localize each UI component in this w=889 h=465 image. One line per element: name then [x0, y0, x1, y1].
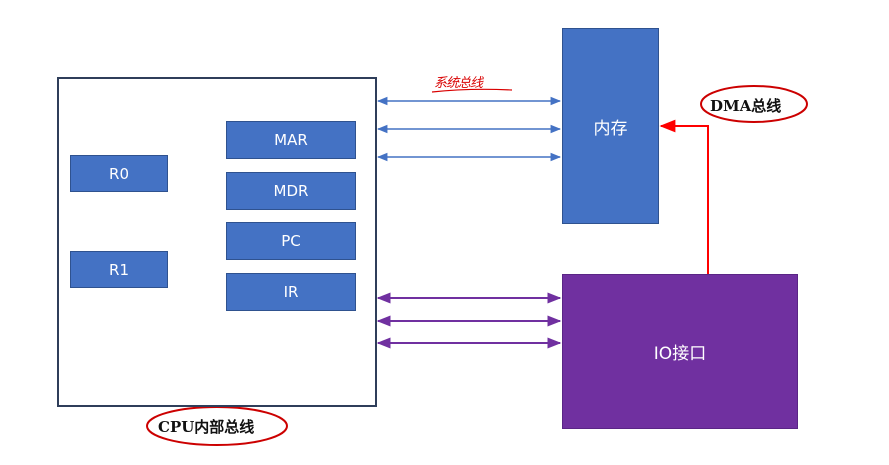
register-pc: PC: [226, 222, 356, 260]
register-r0-label: R0: [109, 164, 129, 183]
register-r0: R0: [70, 155, 168, 192]
register-pc-label: PC: [281, 232, 301, 250]
io-interface-box: IO接口: [562, 274, 798, 429]
dma-bus-arrow: [659, 119, 709, 274]
io-interface-label: IO接口: [653, 344, 707, 364]
register-ir: IR: [226, 273, 356, 311]
register-r1: R1: [70, 251, 168, 288]
register-mdr: MDR: [226, 172, 356, 210]
register-mar-label: MAR: [274, 131, 308, 149]
system-bus-handwritten-label: 系统总线: [434, 76, 483, 91]
memory-label: 内存: [593, 118, 628, 139]
register-ir-label: IR: [283, 283, 299, 301]
memory-box: 内存: [562, 28, 659, 224]
register-mar: MAR: [226, 121, 356, 159]
register-r1-label: R1: [109, 260, 129, 279]
cpu-internal-bus-label: CPU内部总线: [158, 418, 255, 436]
register-mdr-label: MDR: [273, 182, 309, 200]
dma-bus-label: DMA总线: [710, 97, 782, 115]
